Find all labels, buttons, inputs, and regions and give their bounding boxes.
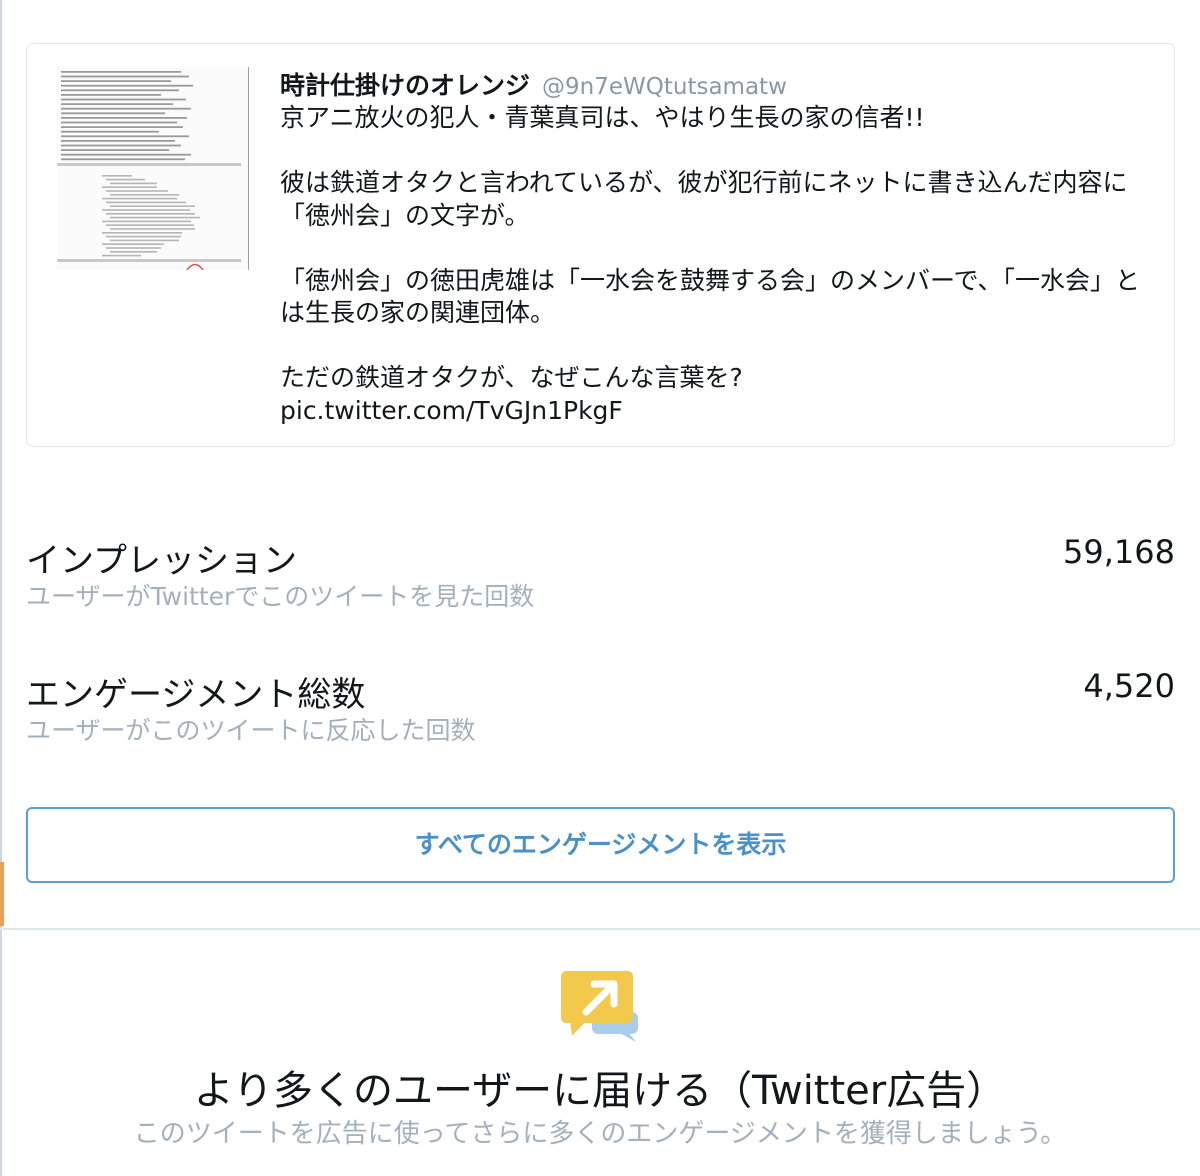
image-ascii-figure	[102, 175, 200, 257]
promote-arrow-speech-bubble-icon	[558, 968, 644, 1052]
author-handle[interactable]: @9n7eWQtutsamatw	[542, 74, 787, 100]
section-divider	[0, 928, 1200, 930]
tweet-image-art	[57, 71, 241, 270]
tweet-image-thumbnail[interactable]	[57, 67, 249, 270]
window-left-edge	[0, 0, 2, 1176]
window-edge-marker	[0, 862, 4, 926]
promote-description: このツイートを広告に使ってさらに多くのエンゲージメントを獲得しましょう。	[133, 1119, 1067, 1149]
tweet-header: 時計仕掛けのオレンジ @9n7eWQtutsamatw	[280, 66, 1160, 102]
tweet-content: 時計仕掛けのオレンジ @9n7eWQtutsamatw 京アニ放火の犯人・青葉真…	[280, 66, 1160, 427]
promote-title: より多くのユーザーに届ける（Twitter広告）	[193, 1068, 1007, 1114]
metric-title: エンゲージメント総数	[26, 675, 366, 715]
metric-value: 4,520	[1083, 667, 1175, 705]
tweet-text: 京アニ放火の犯人・青葉真司は、やはり生長の家の信者!! 彼は鉄道オタクと言われて…	[280, 103, 1141, 425]
author-name[interactable]: 時計仕掛けのオレンジ	[280, 66, 530, 102]
metric-description: ユーザーがこのツイートに反応した回数	[26, 716, 476, 745]
image-text-lines	[61, 71, 193, 161]
metric-description: ユーザーがTwitterでこのツイートを見た回数	[26, 582, 535, 611]
metric-value: 59,168	[1063, 533, 1175, 571]
metric-title: インプレッション	[26, 541, 297, 581]
view-all-engagements-button[interactable]: すべてのエンゲージメントを表示	[26, 807, 1175, 883]
